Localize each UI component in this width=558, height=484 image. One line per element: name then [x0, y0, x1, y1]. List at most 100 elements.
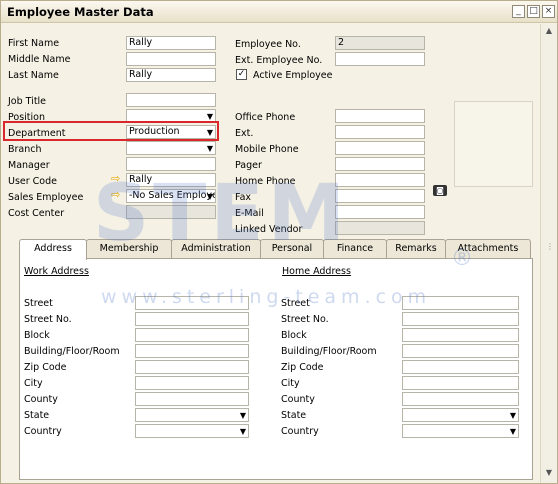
home-address-label: Building/Floor/Room — [281, 346, 377, 357]
home-address-field[interactable] — [402, 312, 519, 326]
tab-membership[interactable]: Membership — [86, 239, 172, 259]
work-address-label: State — [24, 410, 50, 421]
sales-employee-value: -No Sales Employee- — [129, 190, 215, 201]
manager-field[interactable] — [126, 157, 216, 171]
window-title: Employee Master Data — [7, 5, 154, 19]
fax-label: Fax — [235, 192, 252, 203]
work-address-select[interactable]: ▼ — [135, 408, 249, 422]
work-address-field[interactable] — [135, 392, 249, 406]
first-name-label: First Name — [8, 38, 60, 49]
home-phone-field[interactable] — [335, 173, 425, 187]
home-address-label: Block — [281, 330, 307, 341]
home-address-field[interactable] — [402, 328, 519, 342]
chevron-down-icon: ▼ — [239, 427, 246, 436]
last-name-label: Last Name — [8, 70, 59, 81]
work-address-select[interactable]: ▼ — [135, 424, 249, 438]
mobile-phone-field[interactable] — [335, 141, 425, 155]
fax-field[interactable] — [335, 189, 425, 203]
branch-label: Branch — [8, 144, 42, 155]
work-address-label: Country — [24, 426, 62, 437]
work-address-title: Work Address — [24, 266, 89, 277]
middle-name-label: Middle Name — [8, 54, 71, 65]
chevron-down-icon: ▼ — [206, 144, 213, 153]
mobile-phone-label: Mobile Phone — [235, 144, 299, 155]
user-code-field[interactable]: Rally — [126, 173, 216, 187]
sales-employee-select[interactable]: -No Sales Employee- ▼ — [126, 189, 216, 203]
home-phone-label: Home Phone — [235, 176, 296, 187]
pager-label: Pager — [235, 160, 262, 171]
linked-vendor-field[interactable] — [335, 221, 425, 235]
tab-personal[interactable]: Personal — [260, 239, 324, 259]
tab-remarks[interactable]: Remarks — [386, 239, 446, 259]
scroll-up-icon[interactable]: ▲ — [543, 26, 555, 38]
work-address-field[interactable] — [135, 328, 249, 342]
home-address-label: City — [281, 378, 300, 389]
work-address-label: Building/Floor/Room — [24, 346, 120, 357]
home-address-select[interactable]: ▼ — [402, 424, 519, 438]
linked-vendor-label: Linked Vendor — [235, 224, 303, 235]
home-address-label: County — [281, 394, 315, 405]
home-address-field[interactable] — [402, 376, 519, 390]
maximize-button[interactable]: □ — [527, 5, 540, 18]
pager-field[interactable] — [335, 157, 425, 171]
chevron-down-icon: ▼ — [239, 411, 246, 420]
employee-photo[interactable] — [454, 101, 533, 187]
department-highlight — [3, 121, 219, 141]
active-employee-checkbox[interactable]: ✓ — [236, 69, 247, 80]
home-address-label: State — [281, 410, 307, 421]
work-address-field[interactable] — [135, 296, 249, 310]
ext-field[interactable] — [335, 125, 425, 139]
last-name-field[interactable]: Rally — [126, 68, 216, 82]
ext-label: Ext. — [235, 128, 254, 139]
middle-name-field[interactable] — [126, 52, 216, 66]
tab-finance[interactable]: Finance — [323, 239, 387, 259]
first-name-field[interactable]: Rally — [126, 36, 216, 50]
minimize-button[interactable]: _ — [512, 5, 525, 18]
work-address-field[interactable] — [135, 312, 249, 326]
scroll-down-icon[interactable]: ▼ — [543, 468, 555, 480]
home-address-field[interactable] — [402, 344, 519, 358]
work-address-field[interactable] — [135, 344, 249, 358]
office-phone-field[interactable] — [335, 109, 425, 123]
tab-administration[interactable]: Administration — [171, 239, 261, 259]
employee-no-field[interactable]: 2 — [335, 36, 425, 50]
tab-attachments[interactable]: Attachments — [445, 239, 531, 259]
job-title-label: Job Title — [8, 96, 47, 107]
ext-employee-no-field[interactable] — [335, 52, 425, 66]
link-arrow-icon[interactable]: ⇨ — [111, 189, 123, 200]
home-address-label: Street No. — [281, 314, 329, 325]
manager-label: Manager — [8, 160, 50, 171]
home-address-select[interactable]: ▼ — [402, 408, 519, 422]
work-address-field[interactable] — [135, 360, 249, 374]
employee-master-data-window: Employee Master Data _ □ × First Name Ra… — [0, 0, 558, 484]
office-phone-label: Office Phone — [235, 112, 296, 123]
branch-select[interactable]: ▼ — [126, 141, 216, 155]
home-address-field[interactable] — [402, 392, 519, 406]
work-address-label: Zip Code — [24, 362, 67, 373]
work-address-label: Street — [24, 298, 53, 309]
cost-center-label: Cost Center — [8, 208, 65, 219]
title-bar: Employee Master Data _ □ × — [1, 1, 557, 23]
work-address-label: County — [24, 394, 58, 405]
home-address-label: Country — [281, 426, 319, 437]
home-address-label: Street — [281, 298, 310, 309]
home-address-field[interactable] — [402, 360, 519, 374]
work-address-label: City — [24, 378, 43, 389]
camera-icon[interactable]: ◙ — [433, 185, 447, 196]
work-address-field[interactable] — [135, 376, 249, 390]
scroll-grip-icon[interactable]: ⋮ — [546, 242, 554, 251]
close-button[interactable]: × — [542, 5, 555, 18]
cost-center-field[interactable] — [126, 205, 216, 219]
job-title-field[interactable] — [126, 93, 216, 107]
sales-employee-label: Sales Employee — [8, 192, 84, 203]
home-address-field[interactable] — [402, 296, 519, 310]
email-field[interactable] — [335, 205, 425, 219]
link-arrow-icon[interactable]: ⇨ — [111, 173, 123, 184]
home-address-label: Zip Code — [281, 362, 324, 373]
chevron-down-icon: ▼ — [509, 411, 516, 420]
user-code-label: User Code — [8, 176, 57, 187]
ext-employee-no-label: Ext. Employee No. — [235, 55, 323, 66]
vertical-scrollbar[interactable]: ▲ ⋮ ▼ — [540, 24, 557, 483]
work-address-label: Street No. — [24, 314, 72, 325]
tab-address[interactable]: Address — [19, 239, 87, 260]
